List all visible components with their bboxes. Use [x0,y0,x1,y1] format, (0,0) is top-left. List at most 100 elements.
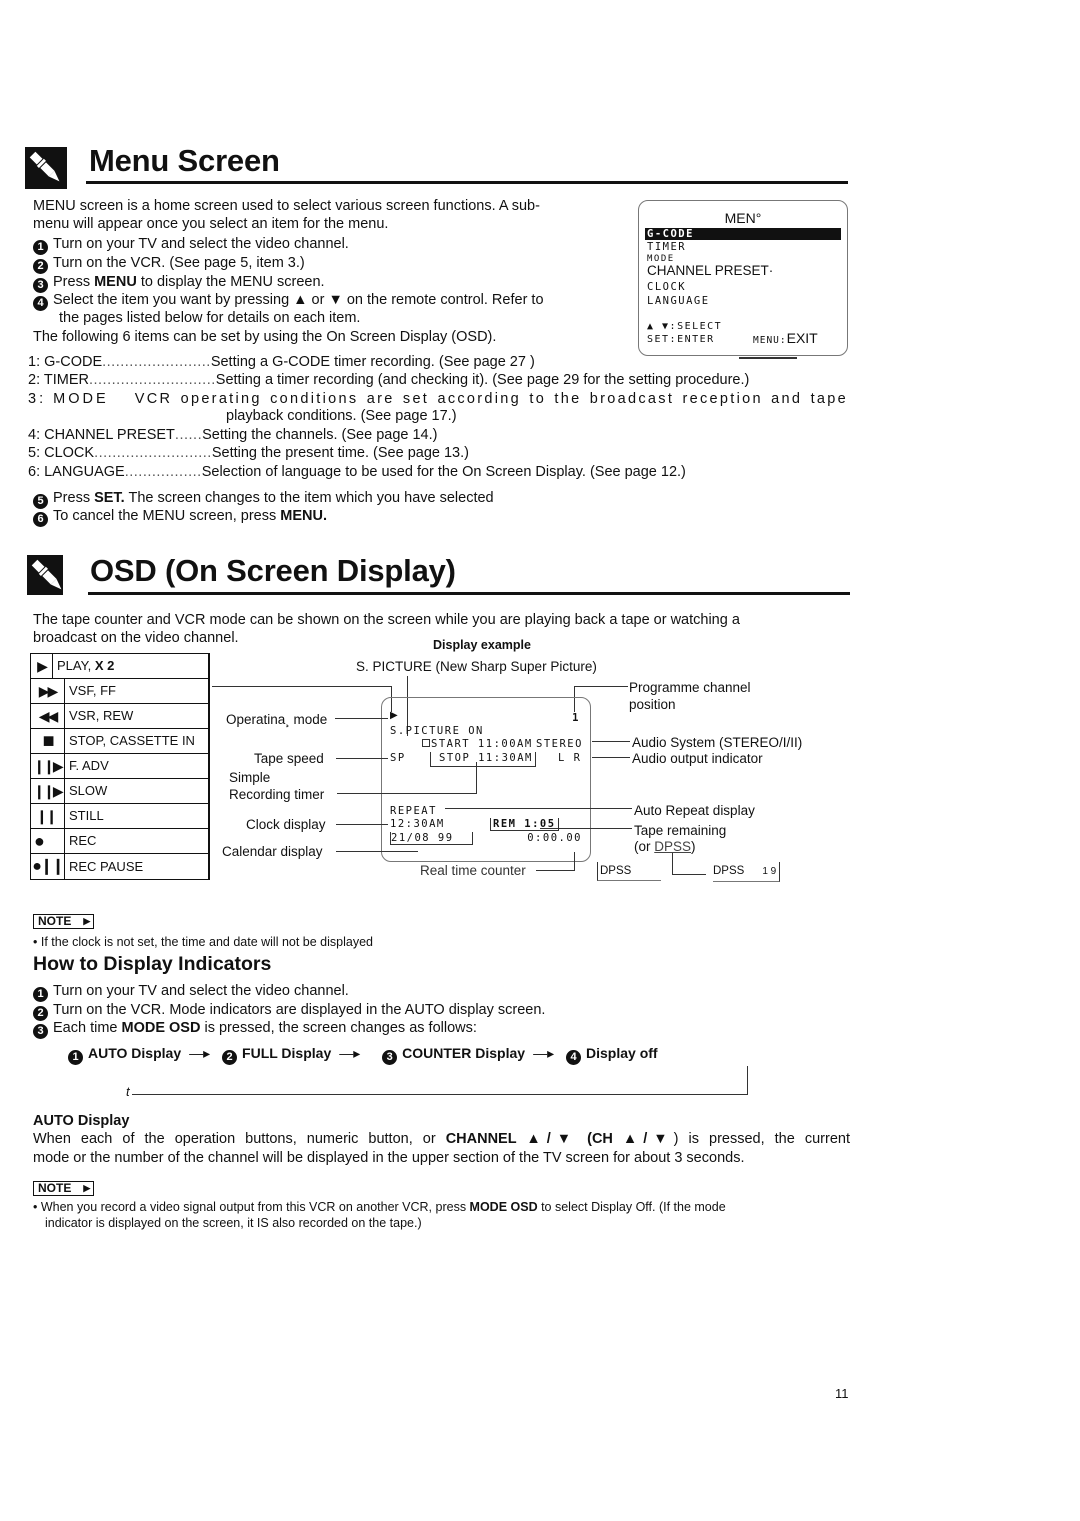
item-desc: Setting the channels. (See page 14.) [202,427,438,443]
leader-line [476,762,477,794]
menu-following: The following 6 items can be set by usin… [33,329,497,345]
menu-intro-line2: menu will appear once you select an item… [33,216,389,232]
timer-icon [422,739,430,747]
operating-mode-icon: ▶ [390,710,400,721]
menu-item-row: 5: CLOCK..........................Settin… [28,444,469,462]
leader-line [335,718,388,719]
osd-intro-line1: The tape counter and VCR mode can be sho… [33,612,740,628]
mode-row-stop: ■ STOP, CASSETTE IN [31,729,208,754]
menu-screen-item-language: LANGUAGE [647,295,710,307]
menu-screen-underline [739,357,797,359]
menu-screen-item-timer: TIMER [647,241,687,253]
item-dots: .......................... [94,445,212,461]
callout-spicture: S. PICTURE (New Sharp Super Picture) [356,659,597,674]
item-desc: Setting a G-CODE timer recording. (See p… [210,354,535,370]
osd-stop: STOP 11:30AM [430,752,536,767]
text-bold: MODE OSD [469,1200,538,1214]
step-text: to display the MENU screen. [136,274,325,290]
mode-row-rec-pause: ●❙❙ REC PAUSE [31,854,208,879]
menu-item-row: 4: CHANNEL PRESET......Setting the chann… [28,426,437,444]
menu-step-2: 2 Turn on the VCR. (See page 5, item 3.) [33,254,305,274]
hint-menu-key: MENU: [753,335,787,346]
menu-step-5: 5 Press SET. The screen changes to the it… [33,489,494,509]
osd-repeat: REPEAT [390,805,437,817]
item-label: 5: CLOCK [28,445,95,461]
step-text: Press [53,490,95,506]
page-number: 11 [835,1386,849,1401]
callout-operating-mode: Operatina¸ mode [226,712,328,727]
item-desc: Setting a timer recording (and checking … [215,372,750,388]
item-dots: ...... [174,427,203,443]
leader-line [574,686,628,687]
callout-audio-output: Audio output indicator [632,751,763,766]
menu-item-row: 1: G-CODE........................Setting… [28,353,535,371]
callout-auto-repeat: Auto Repeat display [634,803,755,818]
step-text: Turn on the VCR. Mode indicators are dis… [53,1002,546,1018]
item-desc: Setting the present time. (See page 13.) [211,445,469,461]
flow-return-mark: t [126,1084,130,1099]
osd-start-text: START 11:00AM [431,738,533,750]
step-number: 3 [382,1050,398,1065]
section-rule [88,592,850,595]
item-dots: ................. [124,464,202,480]
step-text: To cancel the MENU screen, press [53,508,281,524]
osd-lr: L R [558,752,582,764]
record-icon: ● [31,829,65,853]
note-text-content: If the clock is not set, the time and da… [40,935,373,949]
callout-simple: Simple [229,770,271,785]
vcr-mode-table: ▶ PLAY, X 2 ▶▶ VSF, FF ◀◀ VSR, REW ■ STOP, C… [30,653,210,880]
osd-spicture: S.PICTURE ON [390,725,484,737]
menu-item-row: 3: MODE VCR operating conditions are set … [28,390,848,408]
callout-or-dpss: (or DPSS) [634,838,696,856]
menu-screen-hint-select: ▲ ▼:SELECT [647,321,723,332]
pen-icon [27,555,63,595]
menu-intro-line1: MENU screen is a home screen used to sel… [33,198,540,214]
item-label: 3: MODE [28,391,109,407]
menu-step-1: 1 Turn on your TV and select the video ch… [33,235,349,255]
flow-step-auto: AUTO Display [88,1045,182,1061]
mode-label: STILL [69,808,104,823]
item-desc: VCR operating conditions are set accordi… [134,391,848,407]
leader-line [336,824,388,825]
osd-start: START 11:00AM [422,738,533,750]
section-title-osd: OSD (On Screen Display) [90,553,456,588]
bullet: • [33,935,41,949]
item-label: 1: G-CODE [28,354,103,370]
step-bold: MENU [94,274,137,290]
frame-advance-icon: ❙❙▶ [31,754,65,778]
dpss-indicator-b: DPSS 1 9 [713,862,781,882]
dpss-number: 1 9 [762,866,777,877]
osd-stereo: STEREO [536,738,583,750]
step-number: 4 [33,296,48,311]
menu-item-row: 2: TIMER............................Sett… [28,371,749,389]
text: When you record a video signal output fr… [40,1200,470,1214]
leader-line [574,852,575,871]
menu-item-3-cont: playback conditions. (See page 17.) [226,408,457,424]
callout-recording-timer: Recording timer [229,787,325,802]
callout-clock-display: Clock display [246,817,326,832]
step-bold: MODE OSD [121,1020,201,1036]
item-label: 6: LANGUAGE [28,464,125,480]
menu-step-6: 6 To cancel the MENU screen, press MENU. [33,507,327,527]
auto-display-line2: mode or the number of the channel will b… [33,1150,745,1166]
pen-icon [25,147,67,189]
indicator-step-2: 2 Turn on the VCR. Mode indicators are di… [33,1001,545,1021]
bullet: • [33,1200,41,1214]
menu-screen-hint-enter: SET:ENTER [647,334,715,345]
menu-screen-hint-exit: MENU:EXIT [753,330,818,349]
play-icon: ▶ [31,654,53,678]
leader-line [592,757,630,758]
text: to select Display Off. (If the mode [537,1200,726,1214]
flow-step-off: Display off [586,1045,658,1061]
step-text: The screen changes to the item which you… [124,490,494,506]
step-text: Turn on the VCR. (See page 5, item 3.) [53,255,305,271]
dpss-indicator-a: DPSS [597,862,662,881]
osd-rem: REM 1:05 [490,818,559,831]
arrow-right-icon: —▸ [533,1045,555,1061]
menu-step-4: 4 Select the item you want by pressing ▲ … [33,291,544,311]
mode-label-bold: X 2 [94,658,115,673]
menu-item-row: 6: LANGUAGE.................Selection of… [28,463,686,481]
hint-exit-label: EXIT [786,330,818,346]
mode-label: F. ADV [69,758,109,773]
pause-icon: ❙❙ [31,804,65,828]
